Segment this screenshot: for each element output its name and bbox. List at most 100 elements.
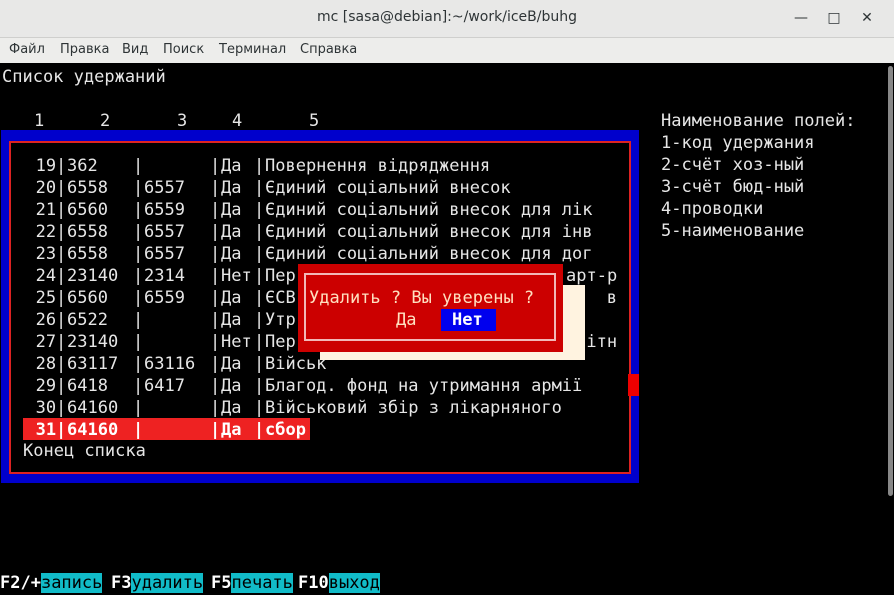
row-separator: | (210, 376, 221, 396)
terminal-scroll-thumb[interactable] (888, 66, 893, 496)
row-postings: Да (221, 376, 242, 396)
row-code: 31 (35, 420, 57, 440)
row-postings: Да (221, 420, 242, 440)
maximize-icon[interactable]: □ (822, 6, 846, 30)
close-icon[interactable]: ✕ (855, 6, 879, 30)
row-separator: | (254, 200, 265, 220)
row-separator: | (133, 354, 144, 374)
fkey-f5-key: F5 (211, 573, 232, 593)
row-separator: | (133, 420, 144, 440)
row-account-1: 6558 (67, 222, 108, 242)
row-postings: Да (221, 288, 242, 308)
row-separator: | (56, 178, 67, 198)
screen-heading: Список удержаний (2, 67, 166, 87)
menu-search[interactable]: Поиск (163, 42, 204, 57)
fkey-f5[interactable]: F5печать (211, 572, 293, 594)
row-code: 23 (35, 244, 57, 264)
row-code: 30 (35, 398, 57, 418)
menu-edit[interactable]: Правка (60, 42, 109, 57)
row-separator: | (254, 420, 265, 440)
menu-bar: Файл Правка Вид Поиск Терминал Справка (0, 38, 894, 63)
row-postings: Да (221, 178, 242, 198)
menu-file[interactable]: Файл (9, 42, 45, 57)
row-separator: | (254, 376, 265, 396)
row-separator: | (56, 266, 67, 286)
row-name: Повернення відрядження (265, 156, 491, 176)
row-separator: | (210, 266, 221, 286)
row-code: 19 (35, 156, 57, 176)
row-postings: Да (221, 222, 242, 242)
fkey-f10[interactable]: F10выход (298, 572, 380, 594)
row-separator: | (254, 354, 265, 374)
fkey-f3-label: удалить (131, 573, 204, 593)
minimize-icon[interactable]: — (789, 6, 813, 30)
row-postings: Да (221, 398, 242, 418)
row-separator: | (210, 354, 221, 374)
row-separator: | (210, 332, 221, 352)
menu-help[interactable]: Справка (300, 42, 357, 57)
row-name-tail: арт-р (566, 266, 618, 286)
row-code: 28 (35, 354, 57, 374)
row-code: 25 (35, 288, 57, 308)
row-name: сбор (265, 420, 306, 440)
row-account-1: 64160 (67, 420, 119, 440)
row-code: 22 (35, 222, 57, 242)
row-separator: | (210, 420, 221, 440)
row-separator: | (56, 288, 67, 308)
row-account-1: 6418 (67, 376, 108, 396)
row-separator: | (56, 420, 67, 440)
fkey-f2-label: запись (40, 573, 103, 593)
row-name: ЄСВ (265, 288, 296, 308)
row-name: Єдиний соціальний внесок для інв (265, 222, 593, 242)
row-separator: | (254, 222, 265, 242)
fkey-f3-key: F3 (111, 573, 132, 593)
window-title: mc [sasa@debian]:~/work/iceB/buhg (317, 9, 577, 25)
row-name: Єдиний соціальний внесок (265, 178, 511, 198)
row-postings: Да (221, 200, 242, 220)
row-name: Пер (265, 332, 296, 352)
fkey-f2[interactable]: F2/+запись (0, 572, 103, 594)
dialog-no-label: Нет (452, 310, 483, 330)
dialog-no-button[interactable]: Нет (441, 309, 496, 331)
row-code: 24 (35, 266, 57, 286)
row-code: 27 (35, 332, 57, 352)
row-separator: | (254, 310, 265, 330)
row-account-1: 64160 (67, 398, 119, 418)
row-name: Військ (265, 354, 327, 374)
column-number-5: 5 (309, 111, 320, 131)
row-separator: | (133, 266, 144, 286)
row-separator: | (56, 222, 67, 242)
row-separator: | (56, 200, 67, 220)
row-account-1: 6522 (67, 310, 108, 330)
row-separator: | (133, 376, 144, 396)
row-account-2: 6559 (144, 288, 185, 308)
row-separator: | (56, 156, 67, 176)
menu-view[interactable]: Вид (122, 42, 148, 57)
row-name: Утр (265, 310, 296, 330)
row-separator: | (56, 398, 67, 418)
fields-help-title: Наименование полей: (661, 111, 856, 131)
row-separator: | (133, 222, 144, 242)
row-account-1: 23140 (67, 332, 119, 352)
fkey-f10-key: F10 (298, 573, 329, 593)
menu-terminal[interactable]: Терминал (219, 42, 286, 57)
row-separator: | (56, 354, 67, 374)
row-account-1: 63117 (67, 354, 119, 374)
row-postings: Нет (221, 266, 252, 286)
row-account-2: 6557 (144, 244, 185, 264)
fkey-f3[interactable]: F3удалить (111, 572, 204, 594)
row-name-tail: в (606, 288, 618, 308)
row-separator: | (210, 398, 221, 418)
row-postings: Да (221, 310, 242, 330)
row-separator: | (210, 310, 221, 330)
row-separator: | (56, 244, 67, 264)
row-account-1: 23140 (67, 266, 119, 286)
row-separator: | (210, 200, 221, 220)
fields-help-item: 3-счёт бюд-ный (661, 177, 805, 197)
dialog-yes-button[interactable]: Да (396, 309, 418, 331)
row-separator: | (210, 156, 221, 176)
fields-help-item: 2-счёт хоз-ный (661, 155, 805, 175)
row-separator: | (56, 376, 67, 396)
row-name: Пер (265, 266, 296, 286)
row-postings: Нет (221, 332, 252, 352)
